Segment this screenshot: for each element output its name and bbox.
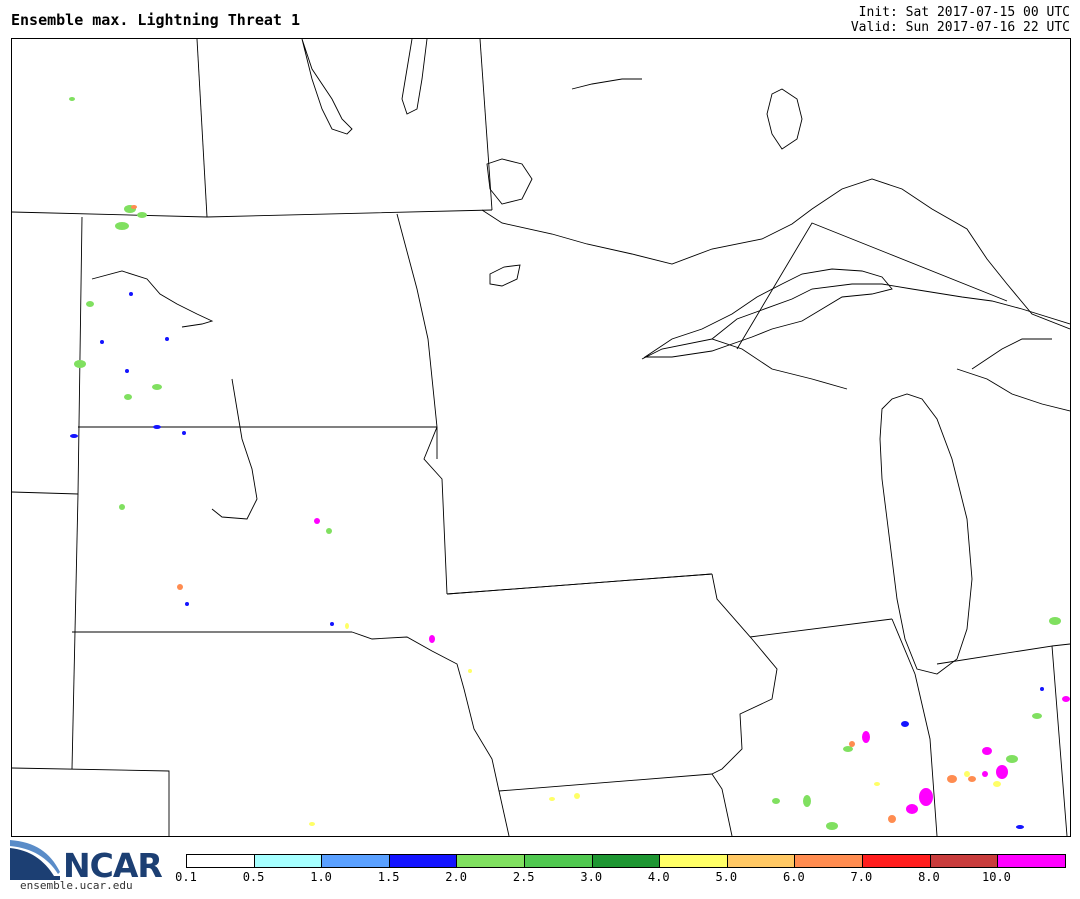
- colorbar-tick-label: 3.0: [580, 870, 603, 884]
- lightning-threat-cells: [69, 97, 1070, 830]
- colorbar-tick-label: 6.0: [783, 870, 805, 884]
- colorbar-segment: [389, 855, 458, 867]
- colorbar-segment: [795, 855, 864, 867]
- colorbar-segment: [322, 855, 390, 867]
- map-canvas: [12, 39, 1070, 836]
- colorbar-tick-label: 10.0: [982, 870, 1011, 884]
- colorbar-tick-label: 2.5: [512, 870, 535, 884]
- colorbar-segment: [930, 855, 999, 867]
- colorbar-tick-label: 0.5: [242, 870, 265, 884]
- colorbar-tick-label: 0.1: [175, 870, 197, 884]
- run-times: Init: Sat 2017-07-15 00 UTC Valid: Sun 2…: [851, 5, 1070, 35]
- colorbar-segment: [525, 855, 593, 867]
- colorbar-tick-label: 8.0: [918, 870, 940, 884]
- state-boundaries: [12, 39, 1070, 836]
- colorbar-labels: 0.1 0.5 1.0 1.5 2.0 2.5 3.0 4.0 5.0 6.0 7.0 8.0 10.0: [0, 870, 1080, 886]
- colorbar-segment: [998, 855, 1065, 867]
- init-time: Init: Sat 2017-07-15 00 UTC: [858, 5, 1070, 20]
- colorbar-tick-label: 2.0: [445, 870, 467, 884]
- valid-time: Valid: Sun 2017-07-16 22 UTC: [850, 20, 1070, 35]
- colorbar: [186, 854, 1066, 868]
- map-title: Ensemble max. Lightning Threat 1: [11, 11, 300, 29]
- colorbar-tick-label: 5.0: [715, 870, 738, 884]
- colorbar-segment: [660, 855, 728, 867]
- colorbar-tick-label: 4.0: [647, 870, 670, 884]
- colorbar-tick-label: 1.5: [377, 870, 400, 884]
- colorbar-segment: [187, 855, 255, 867]
- colorbar-segment: [254, 855, 323, 867]
- colorbar-tick-label: 1.0: [310, 870, 332, 884]
- colorbar-segment: [863, 855, 931, 867]
- colorbar-segment: [592, 855, 661, 867]
- map-panel: [11, 38, 1071, 837]
- colorbar-segment: [727, 855, 796, 867]
- lake-and-river-outlines: [91, 39, 1070, 675]
- colorbar-segment: [457, 855, 526, 867]
- colorbar-tick-label: 7.0: [850, 870, 873, 884]
